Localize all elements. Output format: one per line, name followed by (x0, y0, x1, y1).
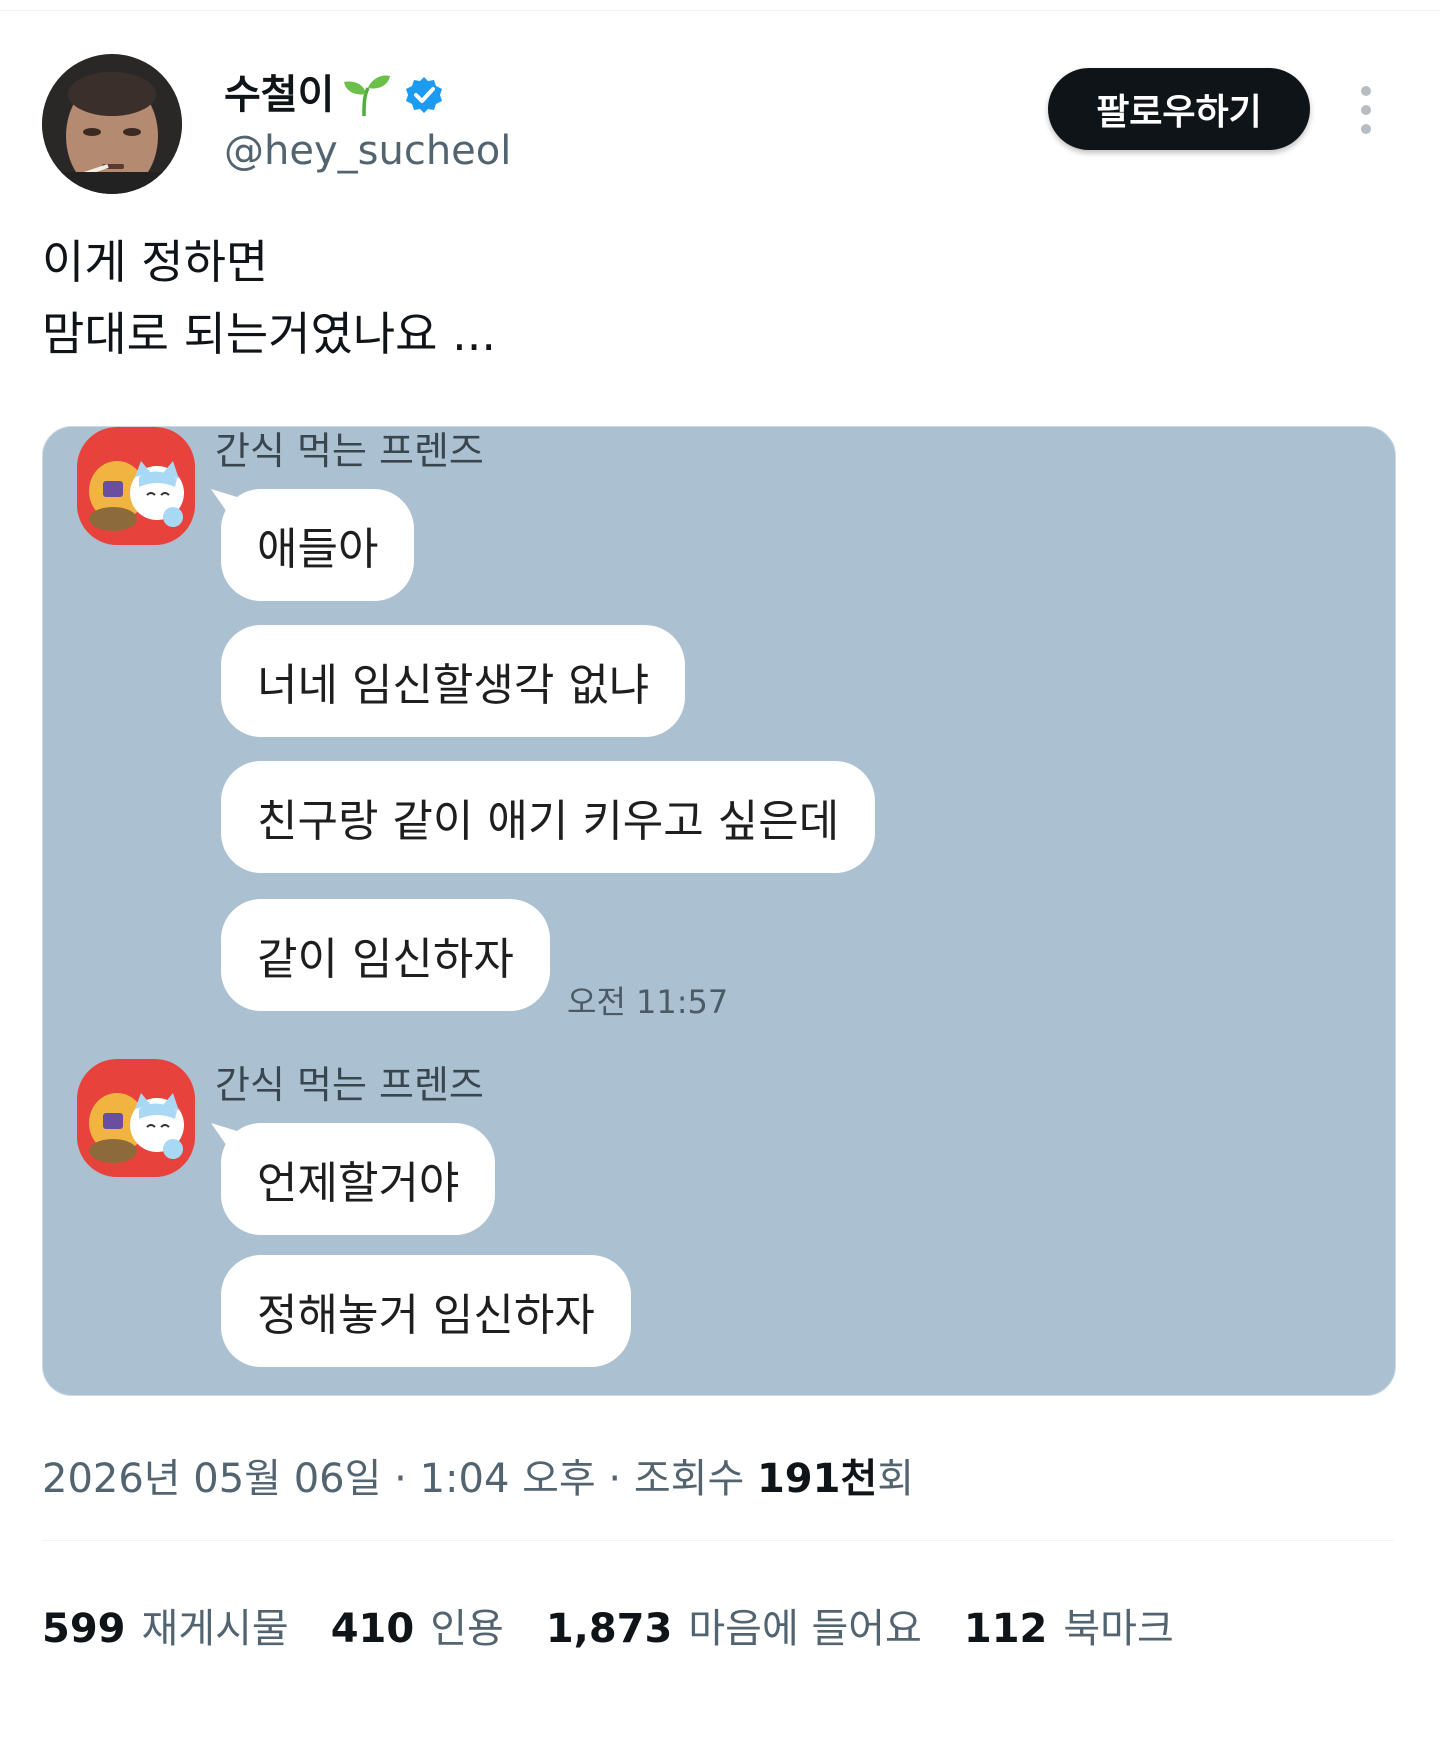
chat-avatar (77, 427, 195, 545)
reposts-stat[interactable]: 599 재게시물 (42, 1596, 289, 1654)
chat-bubble: 같이 임신하자 (221, 899, 550, 1011)
verified-badge-icon (406, 77, 443, 113)
likes-label: 마음에 들어요 (688, 1606, 922, 1652)
more-options-icon[interactable] (1356, 86, 1376, 134)
reposts-label: 재게시물 (141, 1606, 289, 1652)
quotes-label: 인용 (430, 1606, 504, 1652)
chat-bubble: 정해놓거 임신하자 (221, 1255, 631, 1367)
message-time: 오전 11:57 (567, 983, 729, 1021)
avatar-photo (42, 54, 182, 194)
friends-character-icon (89, 461, 184, 531)
engagement-stats: 599 재게시물 410 인용 1,873 마음에 들어요 112 북마크 (42, 1596, 1216, 1654)
bookmarks-stat[interactable]: 112 북마크 (964, 1596, 1174, 1654)
views-suffix: 회 (877, 1456, 915, 1502)
author-avatar[interactable] (42, 54, 182, 194)
quotes-stat[interactable]: 410 인용 (331, 1596, 504, 1654)
likes-stat[interactable]: 1,873 마음에 들어요 (546, 1596, 922, 1654)
sprout-icon (344, 75, 391, 117)
follow-button[interactable]: 팔로우하기 (1048, 68, 1310, 150)
tweet-meta: 2026년 05월 06일 · 1:04 오후 · 조회수 191천회 (42, 1446, 914, 1504)
tweet-line: 이게 정하면 (42, 235, 269, 289)
tweet-media-image[interactable]: 간식 먹는 프렌즈 애들아 너네 임신할생각 없냐 친구랑 같이 애기 키우고 … (42, 426, 1396, 1396)
bookmarks-count: 112 (963, 1606, 1048, 1652)
top-divider (0, 10, 1440, 11)
chat-avatar (77, 1059, 195, 1177)
sender-name: 간식 먹는 프렌즈 (215, 429, 484, 473)
chat-bubble: 애들아 (221, 489, 415, 601)
chat-bubble: 언제할거야 (221, 1123, 496, 1235)
quotes-count: 410 (330, 1606, 415, 1652)
chat-bubble: 친구랑 같이 애기 키우고 싶은데 (221, 761, 876, 873)
views-count: 191천 (756, 1456, 878, 1502)
likes-count: 1,873 (545, 1606, 673, 1652)
bookmarks-label: 북마크 (1063, 1606, 1174, 1652)
author-handle[interactable]: @hey_sucheol (224, 128, 511, 174)
reposts-count: 599 (42, 1606, 126, 1652)
display-name[interactable]: 수철이 (224, 72, 444, 118)
display-name-text: 수철이 (224, 72, 335, 118)
tweet-datetime[interactable]: 2026년 05월 06일 · 1:04 오후 · 조회수 (42, 1456, 757, 1502)
meta-divider (42, 1540, 1394, 1541)
friends-character-icon (89, 1093, 184, 1163)
tweet-text: 이게 정하면 맘대로 되는거였나요 ... (42, 226, 496, 370)
sender-name: 간식 먹는 프렌즈 (215, 1063, 484, 1107)
chat-bubble: 너네 임신할생각 없냐 (221, 625, 686, 737)
tweet-line: 맘대로 되는거였나요 ... (42, 307, 496, 361)
